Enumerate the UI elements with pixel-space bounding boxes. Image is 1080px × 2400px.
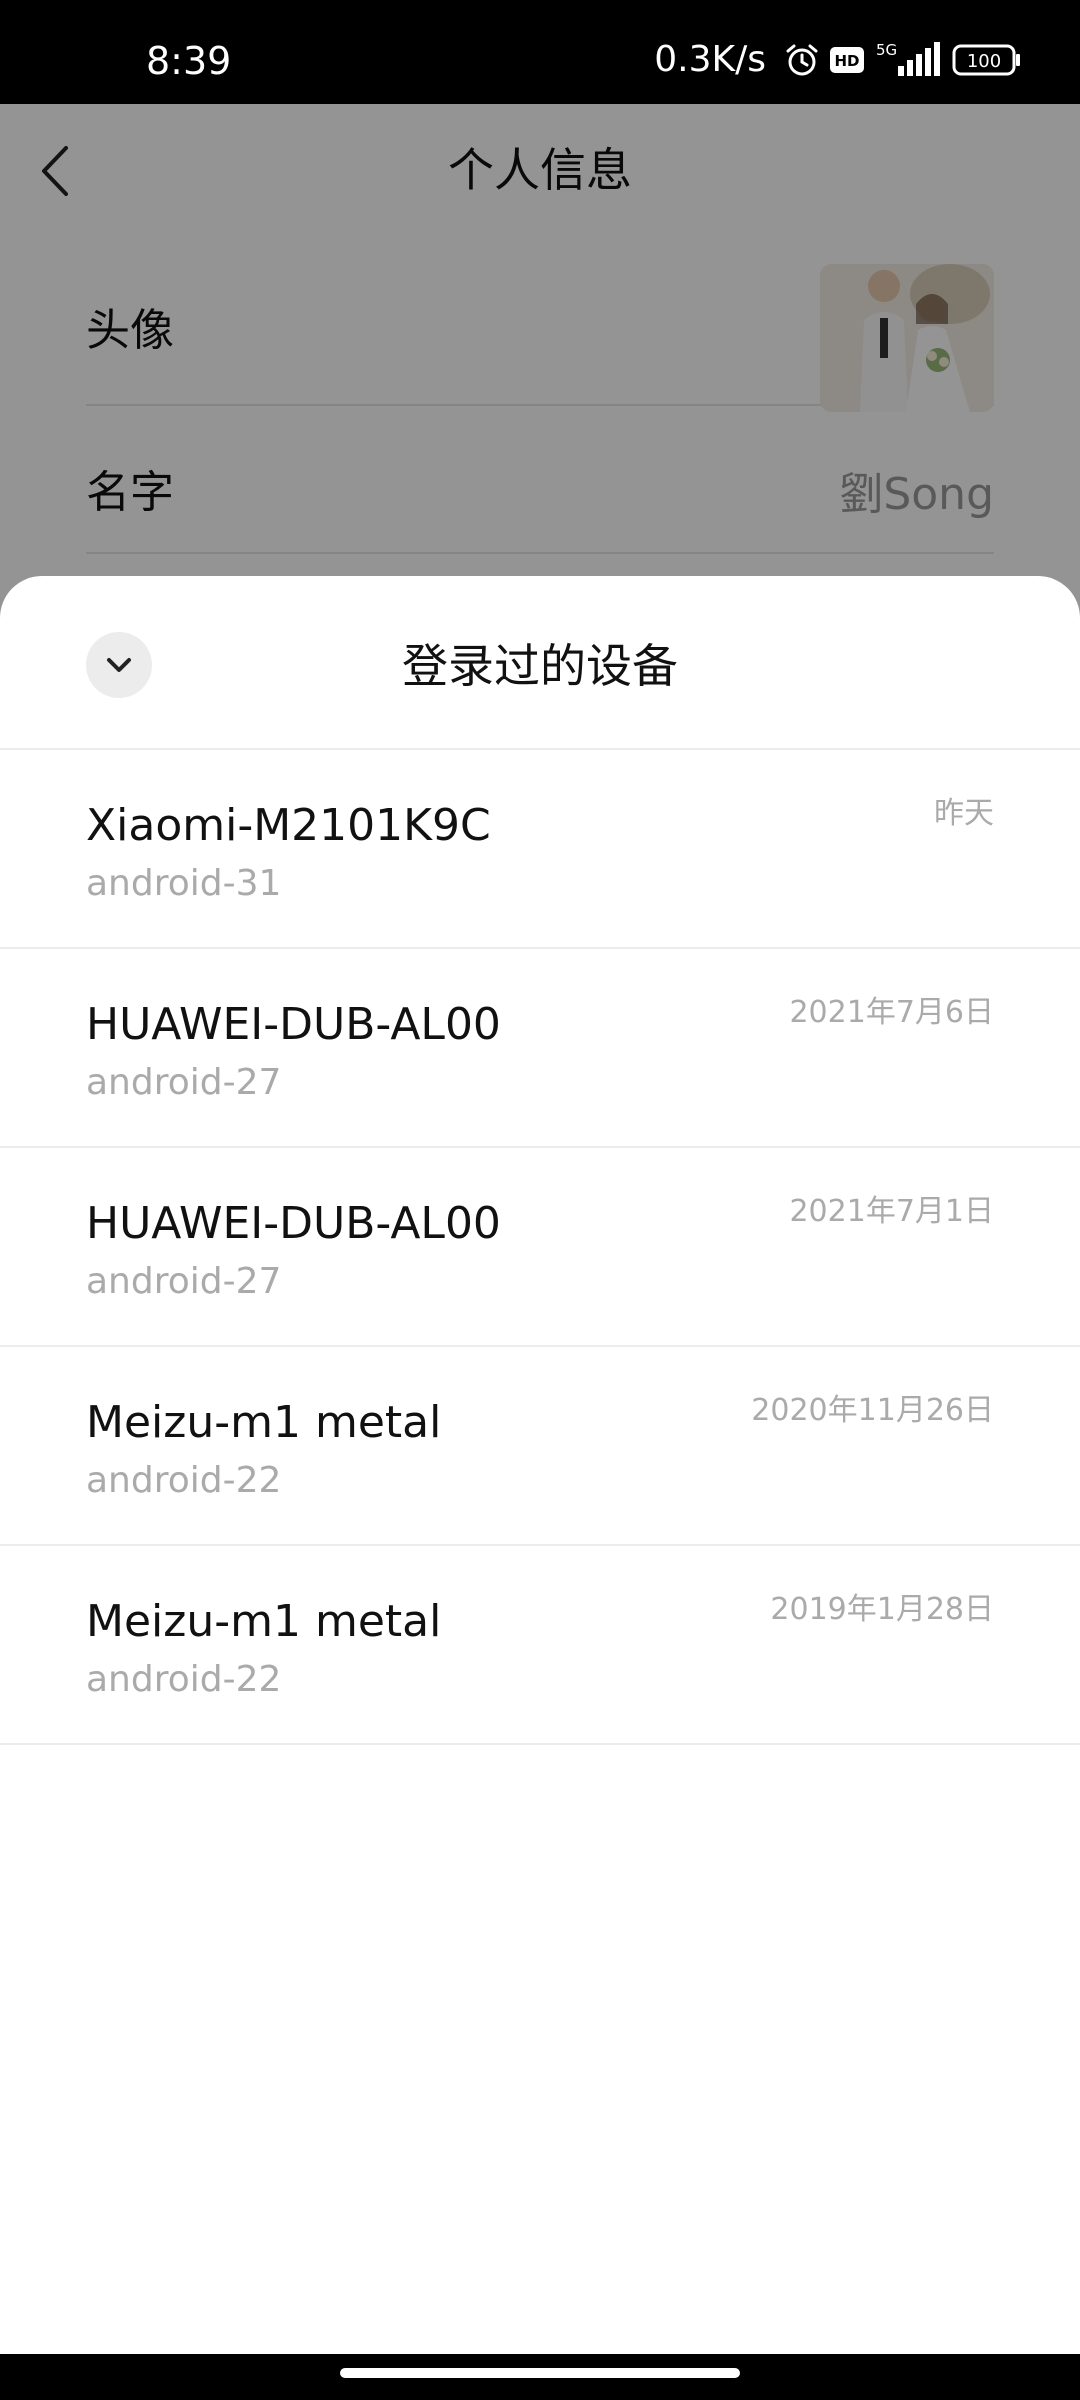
navigation-bar (0, 2354, 1080, 2400)
device-last-login: 2021年7月6日 (789, 995, 994, 1030)
device-name: Meizu-m1 metal (86, 1397, 442, 1448)
device-item[interactable]: Xiaomi-M2101K9C android-31 昨天 (0, 750, 1080, 949)
home-indicator[interactable] (340, 2368, 740, 2378)
device-item[interactable]: Meizu-m1 metal android-22 2020年11月26日 (0, 1347, 1080, 1546)
device-name: HUAWEI-DUB-AL00 (86, 1198, 501, 1249)
device-os: android-27 (86, 1062, 282, 1103)
sheet-title: 登录过的设备 (402, 639, 678, 693)
hd-badge-text: HD (834, 52, 859, 70)
devices-bottom-sheet: 登录过的设备 Xiaomi-M2101K9C android-31 昨天 HUA… (0, 576, 1080, 2354)
device-last-login: 2020年11月26日 (751, 1393, 994, 1428)
alarm-icon (784, 40, 820, 80)
battery-level: 100 (967, 51, 1001, 72)
device-item[interactable]: HUAWEI-DUB-AL00 android-27 2021年7月1日 (0, 1148, 1080, 1347)
battery-icon: 100 (952, 40, 1022, 80)
device-item[interactable]: HUAWEI-DUB-AL00 android-27 2021年7月6日 (0, 949, 1080, 1148)
sheet-header: 登录过的设备 (0, 576, 1080, 750)
status-time: 8:39 (146, 39, 232, 83)
device-name: HUAWEI-DUB-AL00 (86, 999, 501, 1050)
status-bar: 8:39 0.3K/s HD 5G 100 (0, 0, 1080, 104)
network-type: 5G (876, 41, 897, 59)
device-os: android-31 (86, 863, 282, 904)
device-last-login: 2019年1月28日 (770, 1592, 994, 1627)
device-os: android-22 (86, 1659, 282, 1700)
device-last-login: 2021年7月1日 (789, 1194, 994, 1229)
device-item[interactable]: Meizu-m1 metal android-22 2019年1月28日 (0, 1546, 1080, 1745)
hd-icon: HD (830, 40, 864, 80)
device-last-login: 昨天 (934, 796, 994, 831)
device-os: android-27 (86, 1261, 282, 1302)
status-icons: 0.3K/s HD 5G 100 (654, 40, 1022, 80)
device-os: android-22 (86, 1460, 282, 1501)
network-speed: 0.3K/s (654, 39, 766, 80)
device-name: Xiaomi-M2101K9C (86, 800, 491, 851)
device-list: Xiaomi-M2101K9C android-31 昨天 HUAWEI-DUB… (0, 750, 1080, 1745)
signal-icon: 5G (874, 40, 942, 80)
device-name: Meizu-m1 metal (86, 1596, 442, 1647)
